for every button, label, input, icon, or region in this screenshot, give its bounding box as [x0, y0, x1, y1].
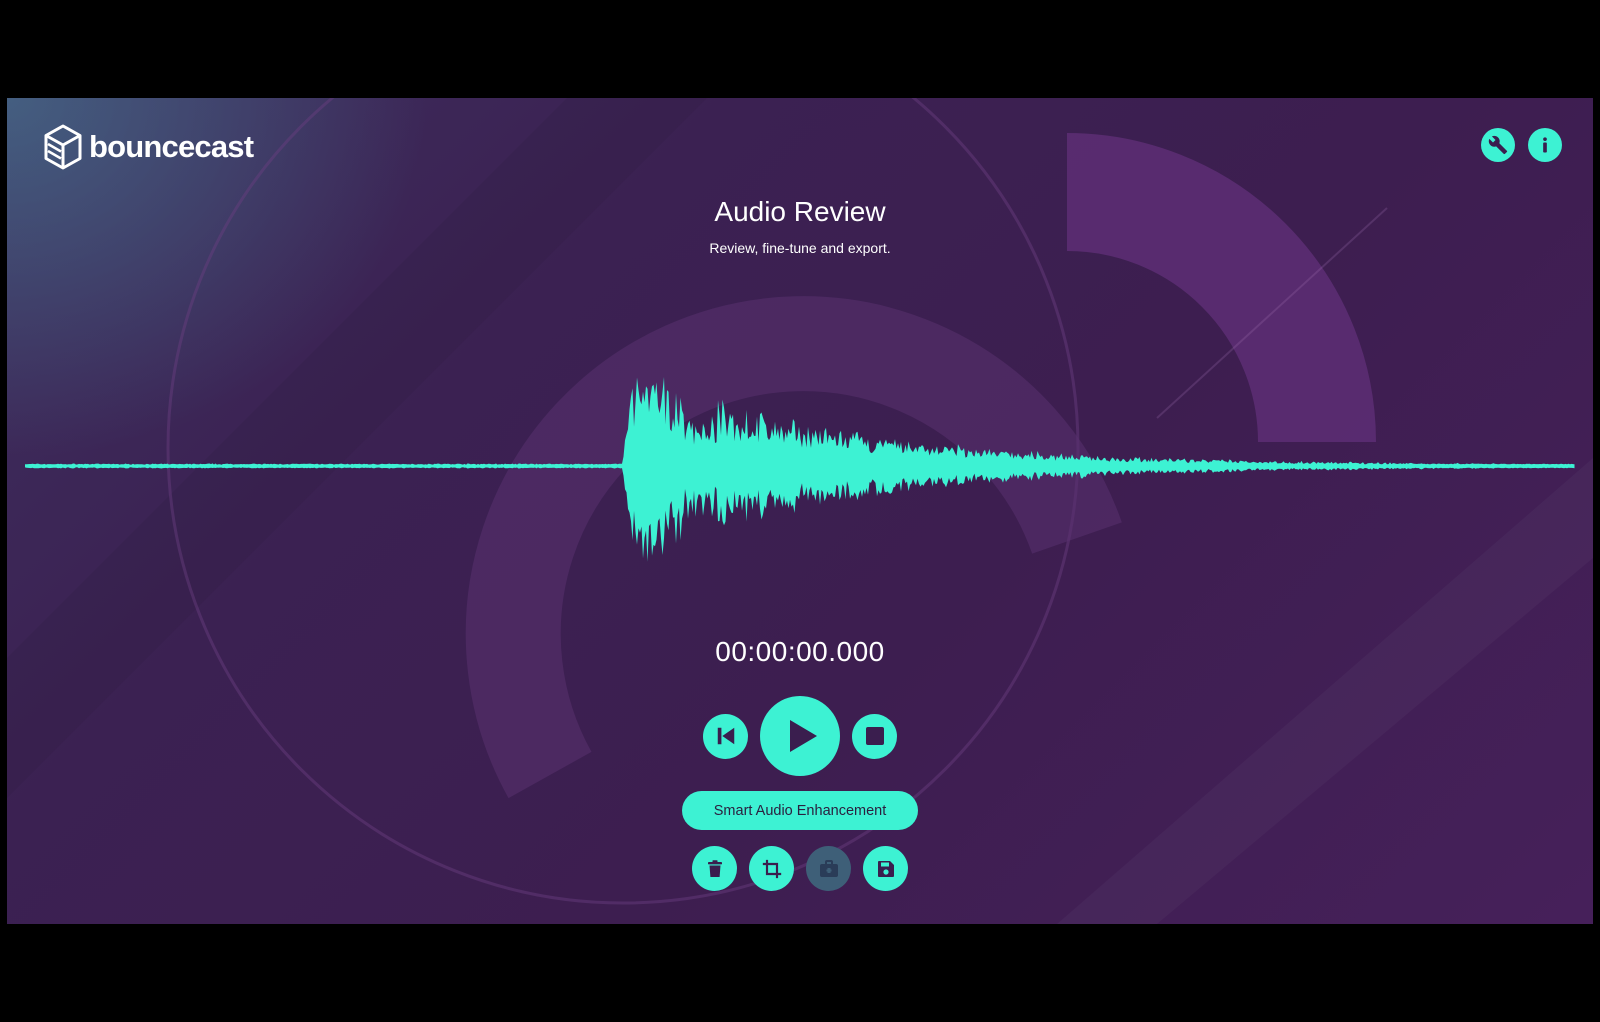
toolbox-button[interactable] [806, 846, 851, 891]
edit-tools [7, 846, 1593, 891]
skip-to-start-icon [717, 727, 734, 745]
brand-name: bouncecast [89, 129, 254, 164]
stop-icon [865, 727, 884, 745]
stop-button[interactable] [852, 713, 897, 759]
delete-button[interactable] [692, 846, 737, 891]
audio-waveform[interactable] [25, 366, 1575, 566]
cube-logo-icon [44, 124, 82, 170]
transport-controls [7, 696, 1593, 776]
play-button[interactable] [760, 696, 840, 776]
playback-timecode: 00:00:00.000 [715, 636, 885, 667]
info-button[interactable] [1528, 128, 1562, 162]
save-icon [877, 860, 894, 877]
play-icon [789, 720, 817, 752]
smart-audio-enhancement-button[interactable]: Smart Audio Enhancement [682, 791, 918, 830]
app-window: bouncecast Audio Review Review, fine-tun… [7, 98, 1593, 924]
enhance-wrapper: Smart Audio Enhancement [7, 791, 1593, 830]
brand-logo[interactable]: bouncecast [43, 124, 254, 170]
info-icon [1543, 137, 1547, 153]
crop-button[interactable] [749, 846, 794, 891]
settings-button[interactable] [1481, 128, 1515, 162]
toolbox-icon [819, 859, 838, 877]
page-title: Audio Review [714, 196, 886, 227]
header-actions [1481, 128, 1562, 162]
crop-icon [762, 859, 781, 878]
waveform-shape [25, 377, 1575, 562]
wrench-icon [1488, 135, 1508, 155]
page-subtitle: Review, fine-tune and export. [709, 240, 891, 256]
skip-to-start-button[interactable] [703, 713, 748, 759]
save-button[interactable] [863, 846, 908, 891]
trash-icon [707, 859, 722, 877]
